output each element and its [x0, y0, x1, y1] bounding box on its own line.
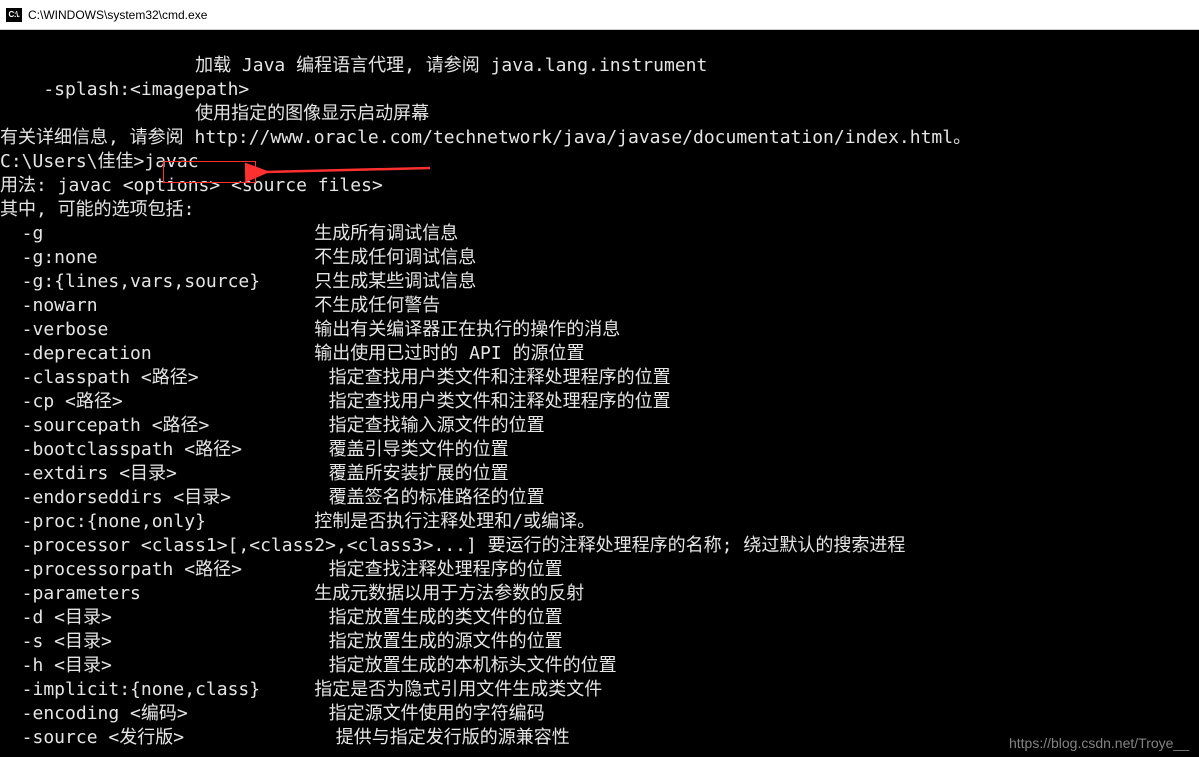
- terminal-line: -classpath <路径> 指定查找用户类文件和注释处理程序的位置: [0, 366, 1199, 390]
- terminal-line: -processorpath <路径> 指定查找注释处理程序的位置: [0, 558, 1199, 582]
- terminal-line: -bootclasspath <路径> 覆盖引导类文件的位置: [0, 438, 1199, 462]
- window-titlebar: C:\. C:\WINDOWS\system32\cmd.exe: [0, 0, 1199, 30]
- terminal-line: -deprecation 输出使用已过时的 API 的源位置: [0, 342, 1199, 366]
- terminal-line: -cp <路径> 指定查找用户类文件和注释处理程序的位置: [0, 390, 1199, 414]
- terminal-output[interactable]: 加载 Java 编程语言代理, 请参阅 java.lang.instrument…: [0, 30, 1199, 757]
- terminal-line: -sourcepath <路径> 指定查找输入源文件的位置: [0, 414, 1199, 438]
- watermark-text: https://blog.csdn.net/Troye__: [1009, 735, 1189, 751]
- terminal-line: -g:{lines,vars,source} 只生成某些调试信息: [0, 270, 1199, 294]
- terminal-line: -extdirs <目录> 覆盖所安装扩展的位置: [0, 462, 1199, 486]
- terminal-line: -d <目录> 指定放置生成的类文件的位置: [0, 606, 1199, 630]
- terminal-line: 加载 Java 编程语言代理, 请参阅 java.lang.instrument: [0, 54, 1199, 78]
- terminal-line: -processor <class1>[,<class2>,<class3>..…: [0, 534, 1199, 558]
- cmd-icon: C:\.: [6, 8, 22, 22]
- terminal-line: -h <目录> 指定放置生成的本机标头文件的位置: [0, 654, 1199, 678]
- terminal-line: 其中, 可能的选项包括:: [0, 198, 1199, 222]
- terminal-line: -g:none 不生成任何调试信息: [0, 246, 1199, 270]
- terminal-line: C:\Users\佳佳>javac: [0, 150, 1199, 174]
- terminal-line: -endorseddirs <目录> 覆盖签名的标准路径的位置: [0, 486, 1199, 510]
- terminal-line: 有关详细信息, 请参阅 http://www.oracle.com/techne…: [0, 126, 1199, 150]
- terminal-line: -encoding <编码> 指定源文件使用的字符编码: [0, 702, 1199, 726]
- terminal-line: -nowarn 不生成任何警告: [0, 294, 1199, 318]
- terminal-line: 用法: javac <options> <source files>: [0, 174, 1199, 198]
- terminal-line: -parameters 生成元数据以用于方法参数的反射: [0, 582, 1199, 606]
- terminal-line: -implicit:{none,class} 指定是否为隐式引用文件生成类文件: [0, 678, 1199, 702]
- terminal-line: -proc:{none,only} 控制是否执行注释处理和/或编译。: [0, 510, 1199, 534]
- terminal-line: -splash:<imagepath>: [0, 78, 1199, 102]
- window-title: C:\WINDOWS\system32\cmd.exe: [28, 8, 207, 22]
- terminal-line: -g 生成所有调试信息: [0, 222, 1199, 246]
- terminal-line: 使用指定的图像显示启动屏幕: [0, 102, 1199, 126]
- terminal-line: -s <目录> 指定放置生成的源文件的位置: [0, 630, 1199, 654]
- terminal-line: -verbose 输出有关编译器正在执行的操作的消息: [0, 318, 1199, 342]
